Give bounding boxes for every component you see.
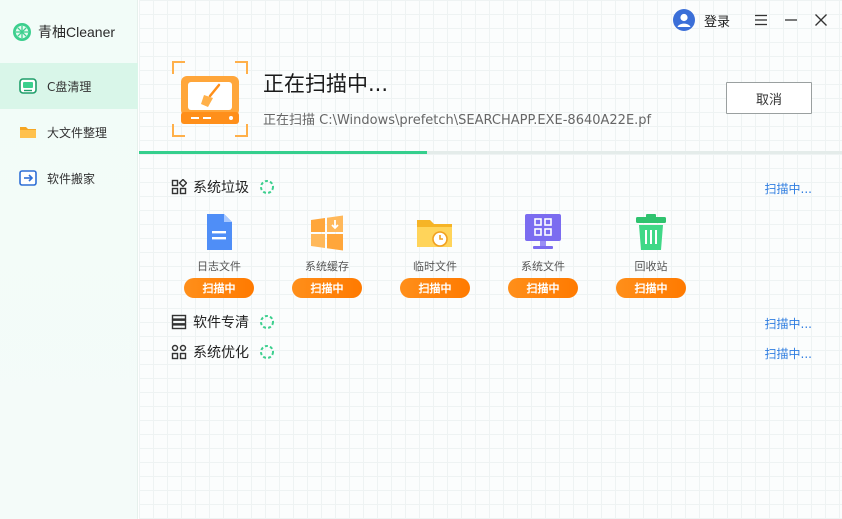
- login-label: 登录: [703, 14, 730, 30]
- log-file-icon: [207, 214, 232, 250]
- recycle-bin-icon: [636, 214, 666, 250]
- list-stack-icon: [171, 314, 187, 330]
- app-name: 青柚Cleaner: [38, 24, 116, 40]
- loading-spinner-icon: [260, 180, 274, 194]
- card-recycle-bin[interactable]: 回收站 扫描中: [615, 212, 687, 298]
- sidebar-nav: C盘清理 大文件整理 软件搬家: [0, 63, 138, 201]
- scanning-badge: 扫描中: [508, 278, 578, 298]
- card-system-cache[interactable]: 系统缓存 扫描中: [291, 212, 363, 298]
- section-status-system-optimize[interactable]: 扫描中...: [765, 345, 812, 362]
- card-label: 系统文件: [521, 260, 565, 273]
- close-icon: [815, 14, 827, 26]
- section-title: 软件专清: [193, 315, 249, 331]
- loading-spinner-icon: [260, 345, 274, 359]
- scanning-badge: 扫描中: [184, 278, 254, 298]
- section-status-system-junk[interactable]: 扫描中...: [765, 180, 812, 197]
- card-label: 回收站: [634, 260, 668, 273]
- hamburger-menu-icon: [755, 14, 767, 26]
- close-button[interactable]: [806, 5, 836, 35]
- sidebar: 青柚Cleaner C盘清理 大文件整理 软件搬家: [0, 0, 138, 519]
- cancel-button[interactable]: 取消: [726, 82, 812, 114]
- folder-icon: [18, 122, 38, 142]
- junk-category-cards: 日志文件 扫描中 系统缓存 扫描中 临时文件 扫描中 系统文件 扫描中 回收站 …: [183, 212, 703, 302]
- sidebar-item-move-software[interactable]: 软件搬家: [0, 155, 138, 201]
- section-title: 系统垃圾: [193, 180, 249, 196]
- main-panel: 正在扫描中... 正在扫描 C:\Windows\prefetch\SEARCH…: [139, 0, 842, 519]
- scan-title: 正在扫描中...: [263, 72, 389, 96]
- section-software-clean: 软件专清: [171, 311, 275, 333]
- menu-button[interactable]: [746, 5, 776, 35]
- scan-progress-bar: [139, 151, 842, 154]
- move-software-icon: [18, 168, 38, 188]
- card-system-files[interactable]: 系统文件 扫描中: [507, 212, 579, 298]
- minimize-icon: [785, 19, 797, 21]
- system-cache-icon: [311, 215, 343, 251]
- apps-grid-icon: [171, 344, 187, 360]
- grapefruit-logo-icon: [13, 23, 31, 41]
- card-label: 日志文件: [197, 260, 241, 273]
- section-status-software-clean[interactable]: 扫描中...: [765, 315, 812, 332]
- section-system-optimize: 系统优化: [171, 341, 275, 363]
- grid-icon: [171, 179, 187, 195]
- scan-current-path: 正在扫描 C:\Windows\prefetch\SEARCHAPP.EXE-8…: [263, 113, 652, 128]
- sidebar-item-label: 大文件整理: [47, 125, 108, 140]
- scanning-badge: 扫描中: [292, 278, 362, 298]
- card-label: 临时文件: [413, 260, 457, 273]
- scanning-badge: 扫描中: [616, 278, 686, 298]
- sidebar-item-label: C盘清理: [47, 79, 92, 94]
- sidebar-item-label: 软件搬家: [47, 171, 96, 186]
- user-avatar-icon: [672, 9, 695, 31]
- system-file-icon: [525, 214, 561, 249]
- card-label: 系统缓存: [305, 260, 349, 273]
- sidebar-item-c-drive-clean[interactable]: C盘清理: [0, 63, 138, 109]
- sidebar-item-large-files[interactable]: 大文件整理: [0, 109, 138, 155]
- title-bar: 登录: [662, 0, 842, 40]
- card-temp-files[interactable]: 临时文件 扫描中: [399, 212, 471, 298]
- card-log-files[interactable]: 日志文件 扫描中: [183, 212, 255, 298]
- disk-cleaning-illustration-icon: [172, 61, 248, 137]
- minimize-button[interactable]: [776, 5, 806, 35]
- disk-clean-icon: [18, 76, 38, 96]
- brand: 青柚Cleaner: [12, 20, 115, 44]
- login-button[interactable]: 登录: [672, 9, 730, 31]
- section-system-junk: 系统垃圾: [171, 176, 275, 198]
- section-title: 系统优化: [193, 345, 249, 361]
- scan-progress-fill: [139, 151, 428, 154]
- scanning-badge: 扫描中: [400, 278, 470, 298]
- loading-spinner-icon: [260, 315, 274, 329]
- temp-folder-icon: [417, 220, 452, 247]
